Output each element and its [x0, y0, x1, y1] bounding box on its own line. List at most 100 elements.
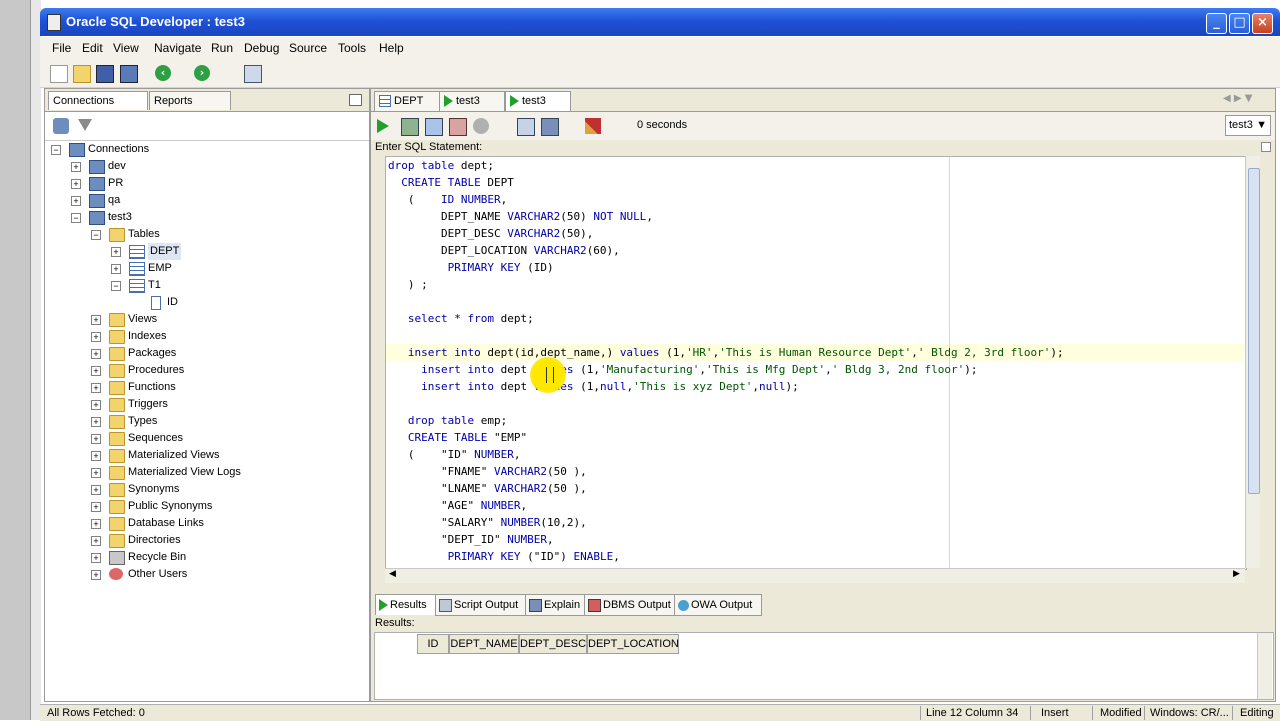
connection-qa[interactable]: + qa: [71, 192, 351, 209]
filter-icon[interactable]: [78, 119, 92, 131]
column-header-dept-desc[interactable]: DEPT_DESC: [519, 634, 587, 654]
clear-icon[interactable]: [585, 118, 601, 134]
tab-explain[interactable]: Explain: [525, 594, 587, 616]
save-icon[interactable]: [96, 65, 114, 83]
close-button[interactable]: ×: [1252, 13, 1273, 34]
editor-scroll-thumb[interactable]: [1248, 168, 1260, 494]
tree-recycle-bin[interactable]: + Recycle Bin: [91, 549, 351, 566]
editor-horizontal-scrollbar[interactable]: ◀ ▶: [385, 568, 1245, 583]
tree-materialized-views[interactable]: + Materialized Views: [91, 447, 351, 464]
menu-run[interactable]: Run: [211, 41, 233, 55]
tree-public-synonyms[interactable]: + Public Synonyms: [91, 498, 351, 515]
tree-triggers[interactable]: + Triggers: [91, 396, 351, 413]
cancel-icon[interactable]: [473, 118, 489, 134]
worksheet-icon: [444, 95, 453, 108]
tab-nav-icons[interactable]: ◀ ▶ ▼: [1223, 93, 1269, 107]
menu-bar: File Edit View Navigate Run Debug Source…: [40, 37, 1280, 59]
status-eol: Windows: CR/...: [1150, 707, 1229, 719]
tab-script-output[interactable]: Script Output: [435, 594, 527, 616]
status-divider: [920, 706, 921, 720]
save-all-icon[interactable]: [120, 65, 138, 83]
tree-root-connections[interactable]: − Connections: [51, 141, 351, 158]
window-title: Oracle SQL Developer : test3: [66, 14, 245, 29]
connection-pr[interactable]: + PR: [71, 175, 351, 192]
table-dept[interactable]: + DEPT: [111, 243, 351, 260]
run-statement-icon[interactable]: [377, 119, 389, 133]
tree-packages[interactable]: + Packages: [91, 345, 351, 362]
run-script-icon[interactable]: [401, 118, 419, 136]
tree-synonyms[interactable]: + Synonyms: [91, 481, 351, 498]
new-icon[interactable]: [50, 65, 68, 83]
tab-explain-label: Explain: [544, 599, 581, 611]
chevron-down-icon: ▼: [1256, 119, 1267, 131]
editor-vertical-scrollbar[interactable]: [1245, 156, 1260, 568]
sql-code[interactable]: drop table dept; CREATE TABLE DEPT ( ID …: [388, 157, 1064, 565]
tree-database-links[interactable]: + Database Links: [91, 515, 351, 532]
commit-icon[interactable]: [425, 118, 443, 136]
connection-select[interactable]: test3 ▼: [1225, 115, 1271, 136]
table-icon: [379, 95, 391, 108]
scroll-right-icon[interactable]: ▶: [1233, 569, 1240, 579]
table-emp[interactable]: + EMP: [111, 260, 351, 277]
maximize-button[interactable]: □: [1229, 13, 1250, 34]
sql-editor[interactable]: drop table dept; CREATE TABLE DEPT ( ID …: [385, 156, 1247, 570]
menu-debug[interactable]: Debug: [244, 41, 279, 55]
tree-sequences[interactable]: + Sequences: [91, 430, 351, 447]
status-position: Line 12 Column 34: [926, 707, 1019, 719]
refresh-icon[interactable]: [53, 118, 69, 134]
back-icon[interactable]: ‹: [155, 65, 171, 81]
window-title-bar[interactable]: Oracle SQL Developer : test3 _ □ ×: [40, 8, 1280, 36]
sql-history-icon[interactable]: [517, 118, 535, 136]
menu-file[interactable]: File: [52, 41, 71, 55]
open-icon[interactable]: [73, 65, 91, 83]
tree-types[interactable]: + Types: [91, 413, 351, 430]
menu-tools[interactable]: Tools: [338, 41, 366, 55]
sql-worksheet-icon[interactable]: [244, 65, 262, 83]
tab-test3-2[interactable]: test3: [505, 91, 571, 111]
column-id[interactable]: ID: [131, 294, 351, 311]
tree-directories[interactable]: + Directories: [91, 532, 351, 549]
tab-results[interactable]: Results: [375, 594, 439, 615]
status-divider: [1092, 706, 1093, 720]
results-icon: [379, 599, 388, 612]
menu-source[interactable]: Source: [289, 41, 327, 55]
minimize-button[interactable]: _: [1206, 13, 1227, 34]
menu-view[interactable]: View: [113, 41, 139, 55]
tree-tables[interactable]: − Tables: [91, 226, 351, 243]
main-toolbar: ‹ ›: [40, 59, 1280, 88]
tab-dept-label: DEPT: [394, 95, 424, 107]
editor-label: Enter SQL Statement:: [375, 141, 483, 153]
tab-reports[interactable]: Reports: [149, 91, 231, 110]
tree-procedures[interactable]: + Procedures: [91, 362, 351, 379]
status-divider: [1144, 706, 1145, 720]
connection-dev[interactable]: + dev: [71, 158, 351, 175]
menu-help[interactable]: Help: [379, 41, 404, 55]
tab-dbms-output[interactable]: DBMS Output: [584, 594, 676, 616]
menu-edit[interactable]: Edit: [82, 41, 103, 55]
worksheet-icon: [510, 95, 519, 108]
tree-materialized-view-logs[interactable]: + Materialized View Logs: [91, 464, 351, 481]
tab-dept[interactable]: DEPT: [374, 91, 440, 111]
tree-views[interactable]: + Views: [91, 311, 351, 328]
tree-other-users[interactable]: + Other Users: [91, 566, 351, 583]
rollback-icon[interactable]: [449, 118, 467, 136]
tab-test3-1[interactable]: test3: [439, 91, 505, 111]
table-t1[interactable]: − T1: [111, 277, 351, 294]
tab-connections[interactable]: Connections: [48, 91, 148, 110]
column-header-dept-location[interactable]: DEPT_LOCATION: [587, 634, 679, 654]
column-header-id[interactable]: ID: [417, 634, 449, 654]
explain-plan-icon[interactable]: [541, 118, 559, 136]
connection-test3[interactable]: − test3: [71, 209, 351, 226]
users-icon: [109, 568, 123, 580]
column-header-dept-name[interactable]: DEPT_NAME: [449, 634, 519, 654]
results-scrollbar[interactable]: [1257, 633, 1272, 699]
menu-navigate[interactable]: Navigate: [154, 41, 201, 55]
minimize-panel-icon[interactable]: [349, 94, 362, 106]
tab-owa-output[interactable]: OWA Output: [674, 594, 762, 616]
tree-functions[interactable]: + Functions: [91, 379, 351, 396]
tree-indexes[interactable]: + Indexes: [91, 328, 351, 345]
results-grid[interactable]: ID DEPT_NAME DEPT_DESC DEPT_LOCATION: [374, 632, 1274, 700]
scroll-left-icon[interactable]: ◀: [389, 569, 396, 579]
forward-icon[interactable]: ›: [194, 65, 210, 81]
script-output-icon: [439, 598, 452, 612]
